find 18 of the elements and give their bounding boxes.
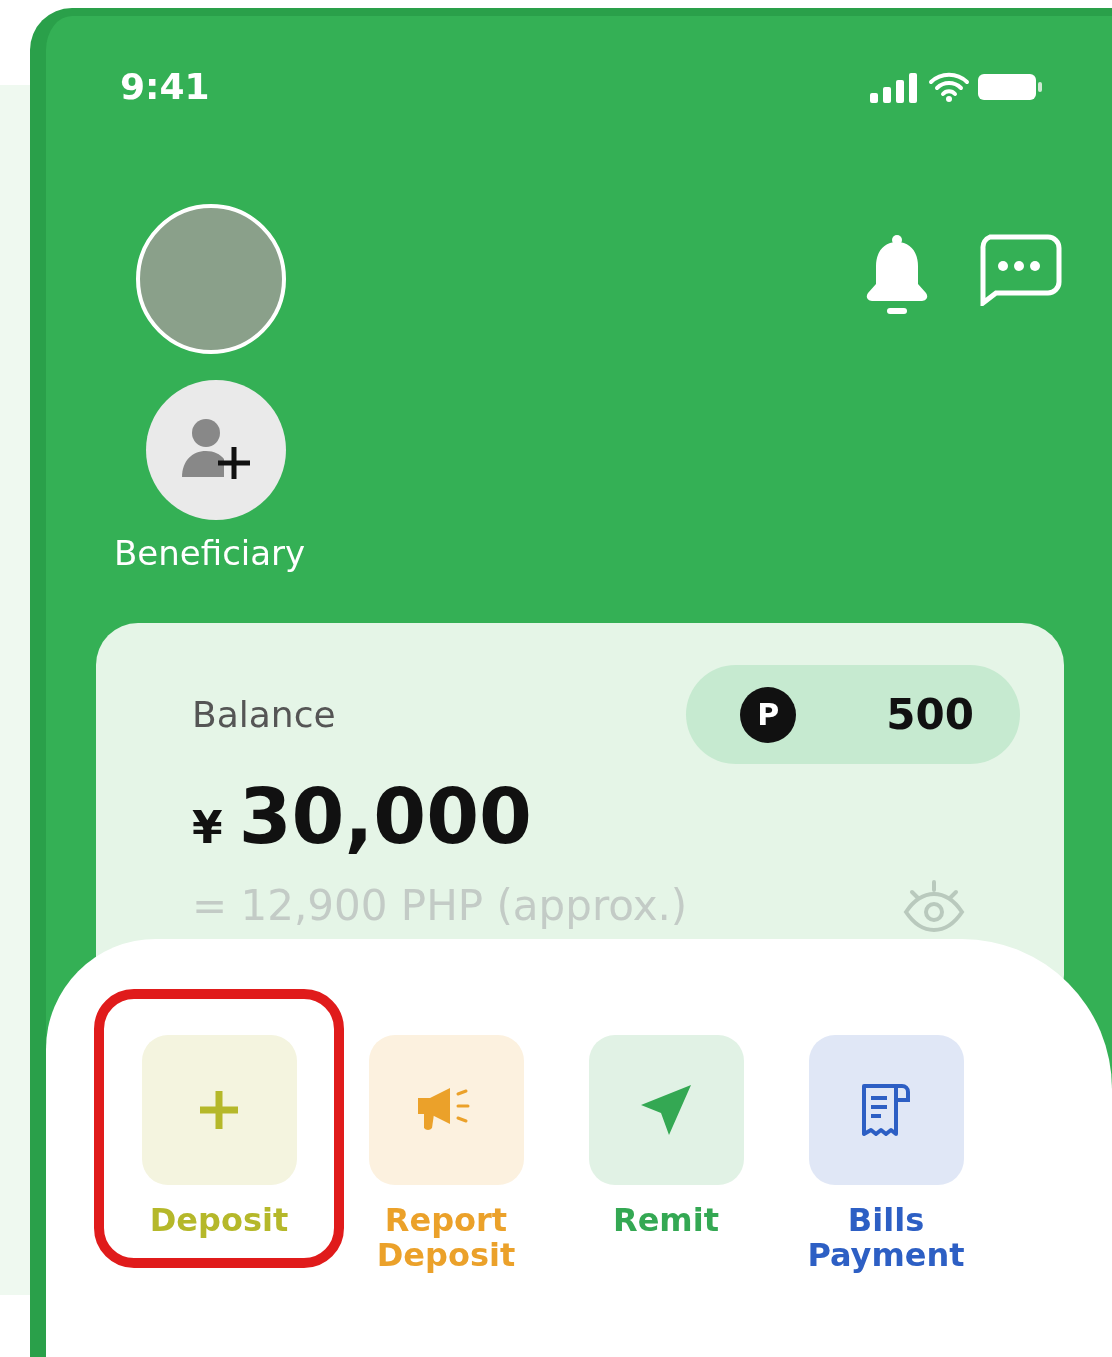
plus-icon — [198, 1089, 240, 1131]
points-value: 500 — [886, 689, 974, 741]
action-item[interactable]: Deposit — [94, 989, 344, 1269]
beneficiary-label: Beneficiary — [114, 532, 306, 575]
balance-label: Balance — [192, 692, 336, 737]
points-badge: P — [740, 686, 797, 743]
battery-icon — [978, 72, 1042, 102]
currency-symbol: ¥ — [192, 801, 223, 855]
send-icon — [639, 1083, 693, 1137]
balance-amount: 30,000 — [238, 771, 532, 863]
notification-bell-icon[interactable] — [866, 234, 928, 316]
action-item[interactable]: Bills Payment — [776, 989, 996, 1304]
receipt-icon — [860, 1082, 912, 1138]
signal-icon — [870, 71, 920, 103]
wifi-icon — [928, 71, 970, 103]
eye-icon[interactable] — [902, 877, 966, 934]
status-time: 9:41 — [120, 65, 210, 109]
action-item[interactable]: Remit — [556, 989, 776, 1269]
